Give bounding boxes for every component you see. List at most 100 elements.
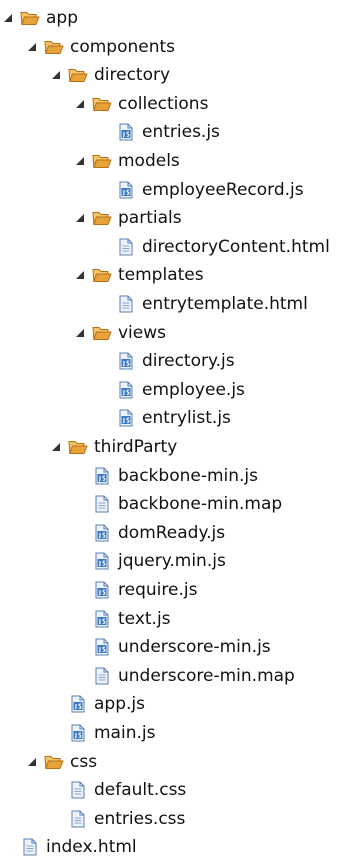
tree-file-backbone-min-js[interactable]: backbone-min.js bbox=[74, 464, 258, 488]
tree-item-label: entrylist.js bbox=[142, 408, 231, 429]
js-file-icon bbox=[116, 409, 136, 427]
project-explorer-tree: app components directory collections entries… bbox=[0, 0, 342, 864]
tree-item-label: underscore-min.js bbox=[118, 637, 271, 658]
tree-file-text-js[interactable]: text.js bbox=[74, 607, 171, 631]
tree-item-label: text.js bbox=[118, 608, 171, 629]
tree-folder-templates[interactable]: templates bbox=[74, 263, 204, 287]
tree-file-jquery-min-js[interactable]: jquery.min.js bbox=[74, 549, 226, 573]
tree-file-index-html[interactable]: index.html bbox=[2, 835, 137, 859]
tree-item-label: directory.js bbox=[142, 351, 235, 372]
tree-item-label: entries.css bbox=[94, 808, 186, 829]
folder-open-icon bbox=[92, 266, 112, 284]
tree-folder-components[interactable]: components bbox=[26, 35, 175, 59]
js-file-icon bbox=[116, 181, 136, 199]
tree-item-label: default.css bbox=[94, 780, 187, 801]
tree-item-label: templates bbox=[118, 265, 204, 286]
tree-folder-collections[interactable]: collections bbox=[74, 92, 208, 116]
tree-item-label: directoryContent.html bbox=[142, 236, 330, 257]
tree-file-require-js[interactable]: require.js bbox=[74, 578, 197, 602]
expand-triangle-icon[interactable] bbox=[50, 441, 62, 453]
expand-triangle-icon[interactable] bbox=[74, 155, 86, 167]
text-file-icon bbox=[68, 810, 88, 828]
tree-item-label: employee.js bbox=[142, 379, 245, 400]
tree-folder-models[interactable]: models bbox=[74, 149, 180, 173]
js-file-icon bbox=[92, 552, 112, 570]
text-file-icon bbox=[116, 295, 136, 313]
tree-file-underscore-min-js[interactable]: underscore-min.js bbox=[74, 635, 271, 659]
tree-item-label: domReady.js bbox=[118, 522, 226, 543]
js-file-icon bbox=[116, 123, 136, 141]
tree-item-label: views bbox=[118, 322, 167, 343]
tree-folder-app[interactable]: app bbox=[2, 6, 78, 30]
tree-file-directorycontent-html[interactable]: directoryContent.html bbox=[98, 235, 330, 259]
tree-file-employee-js[interactable]: employee.js bbox=[98, 378, 245, 402]
expand-triangle-icon[interactable] bbox=[74, 269, 86, 281]
tree-file-domready-js[interactable]: domReady.js bbox=[74, 521, 225, 545]
js-file-icon bbox=[92, 524, 112, 542]
folder-open-icon bbox=[20, 9, 40, 27]
tree-file-entries-css[interactable]: entries.css bbox=[50, 807, 185, 831]
text-file-icon bbox=[92, 667, 112, 685]
tree-item-label: require.js bbox=[118, 580, 198, 600]
tree-item-label: app.js bbox=[94, 694, 145, 715]
tree-folder-views[interactable]: views bbox=[74, 321, 166, 345]
folder-open-icon bbox=[44, 38, 64, 56]
tree-file-app-js[interactable]: app.js bbox=[50, 692, 145, 716]
folder-open-icon bbox=[44, 753, 64, 771]
tree-item-label: entrytemplate.html bbox=[142, 294, 308, 314]
js-file-icon bbox=[92, 581, 112, 599]
expand-triangle-icon[interactable] bbox=[74, 98, 86, 110]
text-file-icon bbox=[68, 781, 88, 799]
folder-open-icon bbox=[92, 324, 112, 342]
tree-file-default-css[interactable]: default.css bbox=[50, 778, 186, 802]
tree-file-directory-js[interactable]: directory.js bbox=[98, 349, 235, 373]
tree-item-label: backbone-min.js bbox=[118, 465, 259, 486]
folder-open-icon bbox=[92, 209, 112, 227]
js-file-icon bbox=[92, 467, 112, 485]
tree-file-entrytemplate-html[interactable]: entrytemplate.html bbox=[98, 292, 308, 316]
tree-item-label: components bbox=[70, 36, 176, 57]
tree-item-label: main.js bbox=[94, 723, 156, 743]
tree-file-underscore-min-map[interactable]: underscore-min.map bbox=[74, 664, 295, 688]
expand-triangle-icon[interactable] bbox=[50, 69, 62, 81]
tree-item-label: entries.js bbox=[142, 122, 220, 143]
folder-open-icon bbox=[68, 66, 88, 84]
text-file-icon bbox=[116, 238, 136, 256]
tree-item-label: models bbox=[118, 151, 180, 171]
tree-folder-css[interactable]: css bbox=[26, 750, 97, 774]
tree-folder-thirdparty[interactable]: thirdParty bbox=[50, 435, 177, 459]
js-file-icon bbox=[68, 724, 88, 742]
js-file-icon bbox=[92, 610, 112, 628]
folder-open-icon bbox=[92, 152, 112, 170]
js-file-icon bbox=[116, 381, 136, 399]
tree-file-entries-js[interactable]: entries.js bbox=[98, 120, 220, 144]
expand-triangle-icon[interactable] bbox=[26, 41, 38, 53]
tree-item-label: partials bbox=[118, 208, 182, 229]
folder-open-icon bbox=[68, 438, 88, 456]
expand-triangle-icon[interactable] bbox=[26, 756, 38, 768]
tree-item-label: jquery.min.js bbox=[118, 551, 226, 572]
expand-triangle-icon[interactable] bbox=[74, 212, 86, 224]
tree-file-employeerecord-js[interactable]: employeeRecord.js bbox=[98, 178, 304, 202]
js-file-icon bbox=[92, 638, 112, 656]
tree-item-label: index.html bbox=[46, 837, 137, 858]
expand-triangle-icon[interactable] bbox=[74, 327, 86, 339]
tree-item-label: thirdParty bbox=[94, 437, 178, 457]
js-file-icon bbox=[68, 695, 88, 713]
expand-triangle-icon[interactable] bbox=[2, 12, 14, 24]
tree-item-label: directory bbox=[94, 65, 171, 86]
tree-item-label: underscore-min.map bbox=[118, 665, 295, 686]
text-file-icon bbox=[92, 495, 112, 513]
tree-file-entrylist-js[interactable]: entrylist.js bbox=[98, 406, 231, 430]
folder-open-icon bbox=[92, 95, 112, 113]
tree-folder-directory[interactable]: directory bbox=[50, 63, 170, 87]
tree-item-label: backbone-min.map bbox=[118, 494, 283, 515]
tree-file-backbone-min-map[interactable]: backbone-min.map bbox=[74, 492, 282, 516]
tree-item-label: employeeRecord.js bbox=[142, 179, 304, 200]
tree-folder-partials[interactable]: partials bbox=[74, 206, 182, 230]
tree-file-main-js[interactable]: main.js bbox=[50, 721, 155, 745]
tree-item-label: css bbox=[70, 751, 98, 772]
tree-item-label: collections bbox=[118, 93, 209, 114]
js-file-icon bbox=[116, 352, 136, 370]
tree-item-label: app bbox=[46, 8, 78, 28]
